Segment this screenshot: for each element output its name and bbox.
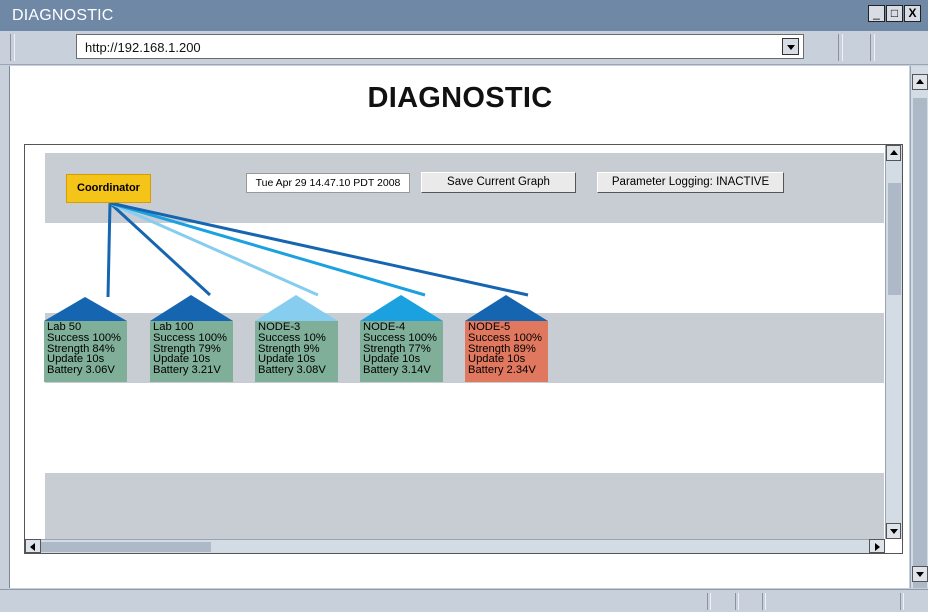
- toolbar-separator: [10, 34, 15, 61]
- node-battery: Battery 3.08V: [258, 364, 326, 377]
- page-vertical-scrollbar[interactable]: [910, 66, 928, 588]
- applet-scroll-up-button[interactable]: [886, 145, 901, 161]
- coordinator-node[interactable]: Coordinator: [66, 174, 151, 203]
- node-antenna-triangle: [360, 295, 443, 321]
- applet-vertical-scrollbar[interactable]: [885, 145, 902, 539]
- node-success: Success 100%: [153, 331, 228, 344]
- node-card[interactable]: Lab 50 Success 100% Strength 84% Update 10s…: [44, 321, 127, 382]
- applet-vertical-thumb[interactable]: [888, 183, 901, 295]
- node-battery: Battery 2.34V: [468, 364, 536, 377]
- status-separator: [735, 593, 739, 610]
- toolbar-separator: [870, 34, 875, 61]
- node-battery: Battery 3.06V: [47, 364, 115, 377]
- node-success: Success 100%: [47, 331, 122, 344]
- node-battery: Battery 3.14V: [363, 364, 431, 377]
- parameter-logging-button[interactable]: Parameter Logging: INACTIVE: [597, 172, 784, 193]
- node-card[interactable]: NODE-4 Success 100% Strength 77% Update 10s…: [360, 321, 443, 382]
- page-scroll-thumb[interactable]: [913, 98, 927, 588]
- scroll-down-button[interactable]: [912, 566, 928, 582]
- status-bar: [0, 589, 928, 612]
- node-link: [109, 201, 319, 297]
- toolbar-separator: [838, 34, 843, 61]
- node-link: [109, 201, 529, 297]
- close-button[interactable]: X: [904, 5, 921, 22]
- minimize-button[interactable]: _: [868, 5, 885, 22]
- node-success: Success 100%: [363, 331, 438, 344]
- applet-scroll-left-button[interactable]: [25, 539, 41, 553]
- url-text: http://192.168.1.200: [85, 40, 201, 55]
- applet-horizontal-scrollbar[interactable]: [25, 539, 885, 553]
- url-dropdown-button[interactable]: [782, 38, 799, 55]
- node-link: [109, 201, 426, 297]
- node-link: [106, 202, 112, 298]
- status-separator: [900, 593, 904, 610]
- applet-horizontal-thumb[interactable]: [41, 542, 211, 552]
- node-success: Success 10%: [258, 331, 326, 344]
- page-title: DIAGNOSTIC: [367, 82, 553, 114]
- url-input[interactable]: http://192.168.1.200: [76, 34, 804, 59]
- address-toolbar: http://192.168.1.200: [0, 31, 928, 65]
- node-antenna-triangle: [150, 295, 233, 321]
- node-antenna-triangle: [255, 295, 338, 321]
- status-separator: [762, 593, 766, 610]
- node-antenna-triangle: [465, 295, 548, 321]
- node-antenna-triangle: [44, 297, 127, 321]
- scroll-up-button[interactable]: [912, 74, 928, 90]
- window-title: DIAGNOSTIC: [12, 7, 114, 24]
- node-card[interactable]: NODE-5 Success 100% Strength 89% Update 10s…: [465, 321, 548, 382]
- window-title-bar[interactable]: DIAGNOSTIC _ □ X: [0, 0, 928, 31]
- diagnostic-applet: Coordinator Tue Apr 29 14.47.10 PDT 2008…: [24, 144, 903, 554]
- node-success: Success 100%: [468, 331, 543, 344]
- save-graph-button[interactable]: Save Current Graph: [421, 172, 576, 193]
- node-battery: Battery 3.21V: [153, 364, 221, 377]
- node-card[interactable]: Lab 100 Success 100% Strength 79% Update 10…: [150, 321, 233, 382]
- timestamp: Tue Apr 29 14.47.10 PDT 2008: [246, 173, 410, 193]
- node-card[interactable]: NODE-3 Success 10% Strength 9% Update 10s Ba…: [255, 321, 338, 382]
- applet-scroll-right-button[interactable]: [869, 539, 885, 553]
- status-separator: [707, 593, 711, 610]
- applet-scroll-down-button[interactable]: [886, 523, 901, 539]
- restore-button[interactable]: □: [886, 5, 903, 22]
